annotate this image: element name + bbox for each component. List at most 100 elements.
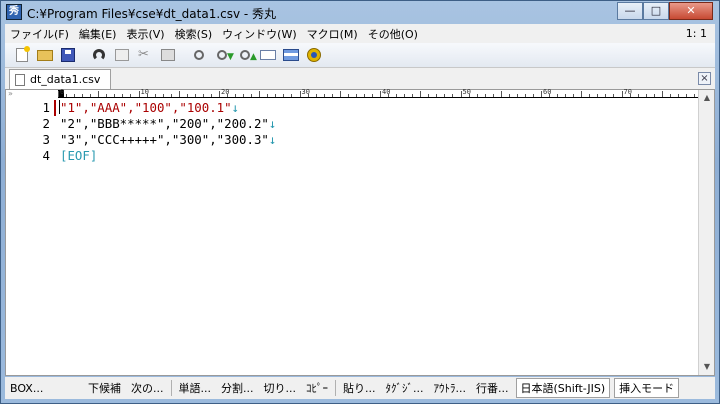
line-number: 2 bbox=[42, 116, 50, 131]
paste-button[interactable] bbox=[157, 45, 179, 65]
line-text[interactable]: "2","BBB*****","200","200.2"↓ bbox=[60, 116, 276, 132]
ruler-tick bbox=[299, 91, 301, 97]
menu-other[interactable]: その他(O) bbox=[363, 26, 423, 42]
document-icon bbox=[15, 74, 25, 86]
search-down-icon bbox=[217, 50, 234, 62]
copy-icon bbox=[115, 49, 129, 61]
scroll-down-icon[interactable]: ▼ bbox=[699, 359, 715, 375]
ruler-tick bbox=[605, 94, 607, 97]
ruler-tick bbox=[653, 94, 655, 97]
ruler-tick bbox=[210, 94, 212, 97]
ruler-tick bbox=[98, 91, 100, 97]
ruler-tick bbox=[565, 94, 567, 97]
line-number: 1 bbox=[42, 100, 50, 115]
ruler-tick bbox=[162, 94, 164, 97]
ruler-tick bbox=[516, 94, 518, 97]
menu-file[interactable]: ファイル(F) bbox=[5, 26, 74, 42]
open-button[interactable] bbox=[34, 45, 56, 65]
text-editor[interactable]: » 0 10 20 30 40 50 60 70 1 "1","AAA","100","100… bbox=[5, 88, 715, 376]
search-button[interactable] bbox=[188, 45, 210, 65]
new-file-icon bbox=[16, 46, 30, 62]
ruler-tick bbox=[219, 91, 220, 97]
search-icon bbox=[194, 50, 204, 60]
editor-window: 秀 C:¥Program Files¥cse¥dt_data1.csv - 秀丸… bbox=[0, 0, 720, 404]
copy-button[interactable] bbox=[111, 45, 133, 65]
tab-label: dt_data1.csv bbox=[30, 73, 101, 86]
text-line[interactable]: 1 "1","AAA","100","100.1"↓ bbox=[6, 100, 276, 116]
menu-window[interactable]: ウィンドウ(W) bbox=[217, 26, 301, 42]
ruler-tick bbox=[251, 94, 253, 97]
ruler-tick bbox=[661, 91, 663, 97]
ruler-tick bbox=[259, 91, 261, 97]
tab-close-button[interactable]: × bbox=[698, 72, 711, 85]
ruler-tick bbox=[589, 94, 591, 97]
ruler-tick bbox=[243, 94, 245, 97]
line-number: 4 bbox=[42, 148, 50, 163]
status-box[interactable]: BOX... bbox=[5, 382, 83, 395]
ruler-tick bbox=[597, 94, 599, 97]
ruler-tick bbox=[170, 94, 172, 97]
menu-bar: ファイル(F) 編集(E) 表示(V) 検索(S) ウィンドウ(W) マクロ(M… bbox=[5, 24, 715, 43]
jump-button[interactable] bbox=[257, 45, 279, 65]
toolbar: ✂ bbox=[5, 43, 715, 67]
search-down-button[interactable] bbox=[211, 45, 234, 65]
search-up-button[interactable] bbox=[234, 45, 257, 65]
status-outline[interactable]: ｱｳﾄﾗ... bbox=[429, 380, 472, 396]
line-text[interactable]: "1","AAA","100","100.1"↓ bbox=[59, 100, 239, 116]
menu-edit[interactable]: 編集(E) bbox=[74, 26, 122, 42]
menu-search[interactable]: 検索(S) bbox=[170, 26, 218, 42]
status-split[interactable]: 分割... bbox=[216, 380, 259, 396]
text-line[interactable]: 3 "3","CCC+++++","300","300.3"↓ bbox=[6, 132, 277, 148]
line-number: 3 bbox=[42, 132, 50, 147]
paste-icon bbox=[161, 49, 175, 61]
status-paste[interactable]: 貼り... bbox=[338, 380, 381, 396]
ruler-tick bbox=[500, 91, 502, 97]
insert-mode-indicator[interactable]: 挿入モード bbox=[614, 378, 680, 398]
help-button[interactable] bbox=[303, 45, 325, 65]
status-next-candidate[interactable]: 下候補 bbox=[83, 380, 126, 396]
tab-dt-data1[interactable]: dt_data1.csv bbox=[9, 69, 112, 90]
ruler-tick bbox=[267, 94, 269, 97]
ruler-tick bbox=[194, 94, 196, 97]
minimize-button[interactable]: — bbox=[617, 2, 643, 20]
ruler-tick bbox=[492, 94, 494, 97]
window-button[interactable] bbox=[280, 45, 302, 65]
menu-macro[interactable]: マクロ(M) bbox=[302, 26, 363, 42]
ruler-tick bbox=[404, 94, 406, 97]
status-cut[interactable]: 切り... bbox=[259, 380, 302, 396]
close-button[interactable]: ✕ bbox=[669, 2, 713, 20]
ruler-tick bbox=[66, 94, 68, 97]
ruler-tick bbox=[178, 91, 180, 97]
newline-mark: ↓ bbox=[268, 132, 277, 147]
ruler-tick bbox=[532, 94, 534, 97]
maximize-button[interactable]: □ bbox=[643, 2, 669, 20]
vertical-scrollbar[interactable]: ▲ ▼ bbox=[698, 90, 714, 375]
encoding-indicator[interactable]: 日本語(Shift-JIS) bbox=[515, 378, 611, 398]
new-file-button[interactable] bbox=[11, 45, 33, 65]
text-line[interactable]: 2 "2","BBB*****","200","200.2"↓ bbox=[6, 116, 277, 132]
status-copy[interactable]: ｺﾋﾟｰ bbox=[301, 380, 333, 396]
status-next[interactable]: 次の... bbox=[126, 380, 169, 396]
save-button[interactable] bbox=[57, 45, 79, 65]
scroll-up-icon[interactable]: ▲ bbox=[699, 90, 715, 106]
line-text[interactable]: "3","CCC+++++","300","300.3"↓ bbox=[60, 132, 276, 148]
undo-button[interactable] bbox=[88, 45, 110, 65]
cut-icon: ✂ bbox=[138, 47, 149, 62]
ruler-tick bbox=[323, 94, 325, 97]
status-line-number[interactable]: 行番... bbox=[471, 380, 514, 396]
text-lines[interactable]: 1 "1","AAA","100","100.1"↓ 2 "2","BBB***… bbox=[6, 100, 276, 164]
ruler-tick bbox=[235, 94, 237, 97]
menu-view[interactable]: 表示(V) bbox=[121, 26, 169, 42]
text-line[interactable]: 4 [EOF] bbox=[6, 148, 276, 164]
ruler-corner: » bbox=[8, 89, 13, 98]
ruler-label: 60 bbox=[543, 88, 552, 96]
status-tag-jump[interactable]: ﾀｸﾞｼﾞ... bbox=[381, 380, 429, 396]
cut-button[interactable]: ✂ bbox=[134, 45, 156, 65]
ruler-tick bbox=[508, 94, 510, 97]
newline-mark: ↓ bbox=[268, 116, 277, 131]
status-word[interactable]: 単語... bbox=[174, 380, 217, 396]
window-title: C:¥Program Files¥cse¥dt_data1.csv - 秀丸 bbox=[27, 7, 277, 21]
ruler-tick bbox=[122, 94, 124, 97]
ruler-tick bbox=[291, 94, 293, 97]
ruler-tick bbox=[283, 94, 285, 97]
